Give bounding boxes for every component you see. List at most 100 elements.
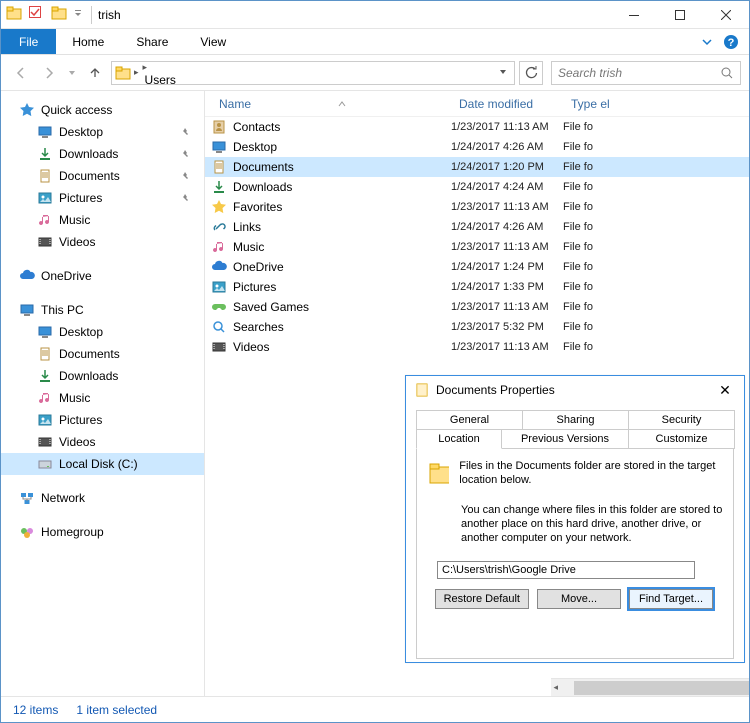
documents-icon [414,382,430,398]
horizontal-scrollbar[interactable]: ◂ [551,678,749,696]
pictures-icon [37,412,53,428]
back-button[interactable] [9,61,33,85]
documents-icon [37,168,53,184]
tab-location[interactable]: Location [416,430,502,449]
sort-indicator-icon [337,99,347,109]
quick-documents[interactable]: Documents [1,165,204,187]
window-title: trish [98,8,121,22]
restore-default-button[interactable]: Restore Default [435,589,529,609]
pc-local-disk-c-[interactable]: Local Disk (C:) [1,453,204,475]
selection-count: 1 item selected [76,703,157,717]
search-box[interactable]: Search trish [551,61,741,85]
dialog-close-button[interactable]: ✕ [714,382,736,399]
recent-dropdown[interactable] [65,61,79,85]
home-tab[interactable]: Home [56,29,120,54]
quick-music[interactable]: Music [1,209,204,231]
up-button[interactable] [83,61,107,85]
quick-access[interactable]: Quick access [1,99,204,121]
onedrive-icon [211,259,227,275]
column-headers[interactable]: Name Date modified Type el [205,91,749,117]
homegroup[interactable]: Homegroup [1,521,204,543]
file-row[interactable]: Desktop1/24/2017 4:26 AMFile fo [205,137,749,157]
item-count: 12 items [13,703,58,717]
pin-icon [180,193,190,203]
this-pc[interactable]: This PC [1,299,204,321]
svg-text:?: ? [728,37,735,49]
address-bar[interactable]: ▸ This PC▸Local Disk (C:)▸Users▸trish▸ [111,61,515,85]
videos-icon [37,234,53,250]
downloads-icon [211,179,227,195]
tab-sharing[interactable]: Sharing [522,410,629,430]
properties-checkmark-icon[interactable] [27,4,45,22]
tab-previous[interactable]: Previous Versions [501,430,629,449]
tab-general[interactable]: General [416,410,523,430]
pc-documents[interactable]: Documents [1,343,204,365]
favorites-icon [211,199,227,215]
file-row[interactable]: Saved Games1/23/2017 11:13 AMFile fo [205,297,749,317]
desktop-icon [37,324,53,340]
folder-large-icon [427,459,449,487]
explorer-window: trish File Home Share View ? ▸ This PC▸L… [0,0,750,723]
file-row[interactable]: Videos1/23/2017 11:13 AMFile fo [205,337,749,357]
ribbon-expand-icon[interactable] [701,36,713,48]
network[interactable]: Network [1,487,204,509]
nav-pane: Quick access DesktopDownloadsDocumentsPi… [1,91,205,696]
location-msg1: Files in the Documents folder are stored… [459,459,723,487]
file-row[interactable]: Links1/24/2017 4:26 AMFile fo [205,217,749,237]
tab-security[interactable]: Security [628,410,735,430]
breadcrumb-users[interactable]: Users [141,73,228,85]
onedrive[interactable]: OneDrive [1,265,204,287]
pin-icon [180,171,190,181]
maximize-button[interactable] [657,1,703,29]
address-dropdown-icon[interactable] [498,67,508,77]
refresh-button[interactable] [519,61,543,85]
view-tab[interactable]: View [184,29,242,54]
music-icon [211,239,227,255]
quick-videos[interactable]: Videos [1,231,204,253]
dialog-titlebar: Documents Properties ✕ [406,376,744,404]
navbar: ▸ This PC▸Local Disk (C:)▸Users▸trish▸ S… [1,55,749,91]
documents-icon [211,159,227,175]
breadcrumb-chevron[interactable]: ▸ [141,62,150,72]
file-row[interactable]: Favorites1/23/2017 11:13 AMFile fo [205,197,749,217]
quick-pictures[interactable]: Pictures [1,187,204,209]
pin-icon [180,127,190,137]
file-row[interactable]: OneDrive1/24/2017 1:24 PMFile fo [205,257,749,277]
star-icon [19,102,35,118]
file-tab[interactable]: File [1,29,56,54]
minimize-button[interactable] [611,1,657,29]
pc-music[interactable]: Music [1,387,204,409]
find-target-button[interactable]: Find Target... [629,589,713,609]
file-row[interactable]: Downloads1/24/2017 4:24 AMFile fo [205,177,749,197]
forward-button[interactable] [37,61,61,85]
localdisk-icon [37,456,53,472]
desktop-icon [211,139,227,155]
qat-dropdown-icon[interactable] [72,4,84,22]
pc-videos[interactable]: Videos [1,431,204,453]
new-folder-icon[interactable] [50,4,68,22]
documents-icon [37,346,53,362]
close-button[interactable] [703,1,749,29]
pc-downloads[interactable]: Downloads [1,365,204,387]
network-icon [19,490,35,506]
pin-icon [180,149,190,159]
pc-desktop[interactable]: Desktop [1,321,204,343]
file-row[interactable]: Pictures1/24/2017 1:33 PMFile fo [205,277,749,297]
pc-pictures[interactable]: Pictures [1,409,204,431]
quick-downloads[interactable]: Downloads [1,143,204,165]
file-row[interactable]: Documents1/24/2017 1:20 PMFile fo [205,157,749,177]
qat [5,4,85,25]
move-button[interactable]: Move... [537,589,621,609]
videos-icon [211,339,227,355]
file-row[interactable]: Searches1/23/2017 5:32 PMFile fo [205,317,749,337]
location-path-input[interactable] [437,561,695,579]
quick-desktop[interactable]: Desktop [1,121,204,143]
file-row[interactable]: Contacts1/23/2017 11:13 AMFile fo [205,117,749,137]
tab-customize[interactable]: Customize [628,430,735,449]
help-icon[interactable]: ? [723,34,739,50]
downloads-icon [37,368,53,384]
share-tab[interactable]: Share [120,29,184,54]
file-row[interactable]: Music1/23/2017 11:13 AMFile fo [205,237,749,257]
homegroup-icon [19,524,35,540]
location-msg2: You can change where files in this folde… [461,503,723,545]
